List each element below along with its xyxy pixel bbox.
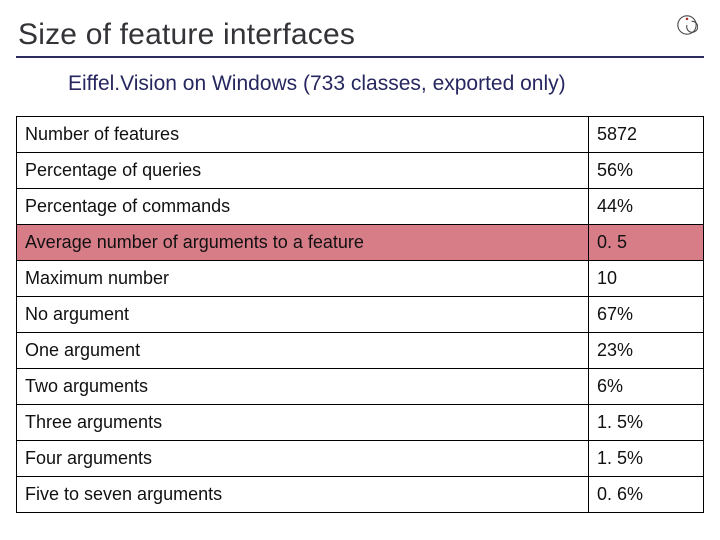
stat-label: Percentage of queries bbox=[17, 153, 589, 189]
stat-label: Number of features bbox=[17, 117, 589, 153]
stat-label: Five to seven arguments bbox=[17, 477, 589, 513]
table-row: Percentage of commands44% bbox=[17, 189, 704, 225]
stat-value: 0. 6% bbox=[589, 477, 704, 513]
table-row: Two arguments6% bbox=[17, 369, 704, 405]
stat-label: Average number of arguments to a feature bbox=[17, 225, 589, 261]
table-row: Four arguments1. 5% bbox=[17, 441, 704, 477]
table-row: No argument67% bbox=[17, 297, 704, 333]
slide-title: Size of feature interfaces bbox=[16, 18, 704, 56]
stat-value: 10 bbox=[589, 261, 704, 297]
table-row: Number of features5872 bbox=[17, 117, 704, 153]
title-underline bbox=[16, 56, 704, 58]
stat-label: Two arguments bbox=[17, 369, 589, 405]
stat-label: Maximum number bbox=[17, 261, 589, 297]
slide-subtitle: Eiffel.Vision on Windows (733 classes, e… bbox=[16, 72, 704, 96]
table-row: Average number of arguments to a feature… bbox=[17, 225, 704, 261]
stat-label: Percentage of commands bbox=[17, 189, 589, 225]
stat-value: 6% bbox=[589, 369, 704, 405]
slide-logo-icon bbox=[676, 14, 698, 36]
stat-value: 5872 bbox=[589, 117, 704, 153]
table-row: Five to seven arguments0. 6% bbox=[17, 477, 704, 513]
table-row: One argument23% bbox=[17, 333, 704, 369]
stat-label: No argument bbox=[17, 297, 589, 333]
stat-value: 23% bbox=[589, 333, 704, 369]
stat-label: Three arguments bbox=[17, 405, 589, 441]
stat-label: One argument bbox=[17, 333, 589, 369]
stat-label: Four arguments bbox=[17, 441, 589, 477]
table-row: Three arguments1. 5% bbox=[17, 405, 704, 441]
stat-value: 1. 5% bbox=[589, 441, 704, 477]
table-row: Percentage of queries56% bbox=[17, 153, 704, 189]
stat-value: 44% bbox=[589, 189, 704, 225]
stat-value: 56% bbox=[589, 153, 704, 189]
stat-value: 0. 5 bbox=[589, 225, 704, 261]
stat-value: 67% bbox=[589, 297, 704, 333]
table-row: Maximum number10 bbox=[17, 261, 704, 297]
feature-stats-table: Number of features5872Percentage of quer… bbox=[16, 116, 704, 513]
stat-value: 1. 5% bbox=[589, 405, 704, 441]
